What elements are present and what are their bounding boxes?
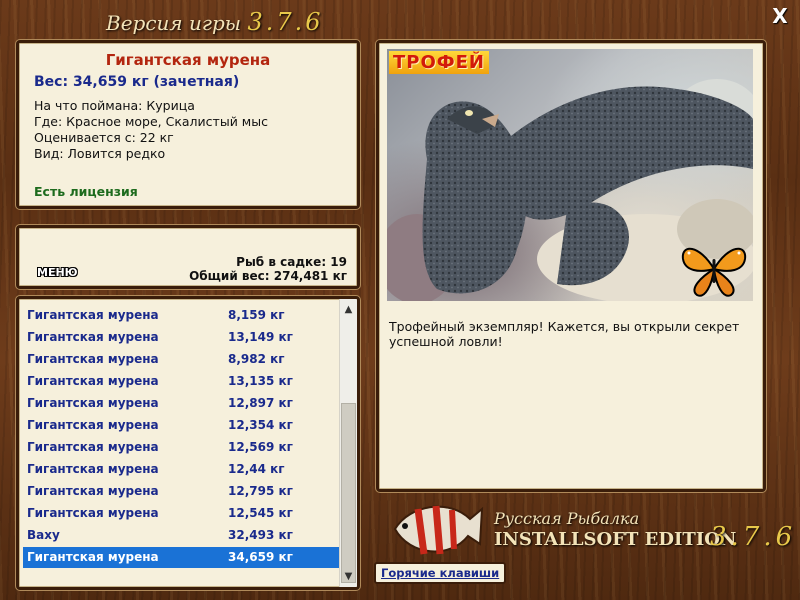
- fish-row-name: Гигантская мурена: [27, 308, 159, 322]
- fish-list-row[interactable]: Гигантская мурена 8,982 кг: [23, 349, 340, 370]
- fish-row-name: Ваху: [27, 528, 60, 542]
- bait-line: На что поймана: Курица: [34, 98, 195, 113]
- license-status: Есть лицензия: [34, 184, 138, 199]
- fish-row-weight: 12,569 кг: [228, 440, 293, 454]
- keepnet-stats-panel: МЕНЮ Рыб в садке: 19 Общий вес: 274,481 …: [16, 225, 360, 289]
- trophy-panel: ТРОФЕЙ Трофейный экземпляр! Кажется, вы …: [376, 40, 766, 492]
- fish-row-weight: 12,354 кг: [228, 418, 293, 432]
- window-title: Версия игры 3.7.6: [106, 8, 324, 36]
- brand-version: 3.7.6: [710, 522, 797, 552]
- min-weight-line: Оценивается с: 22 кг: [34, 130, 174, 145]
- fish-list-row[interactable]: Гигантская мурена 13,135 кг: [23, 371, 340, 392]
- fish-row-name: Гигантская мурена: [27, 396, 159, 410]
- fish-row-name: Гигантская мурена: [27, 506, 159, 520]
- brand-line2: INSTALLSOFT EDITION: [494, 529, 737, 550]
- location-line: Где: Красное море, Скалистый мыс: [34, 114, 268, 129]
- fish-list-row[interactable]: Гигантская мурена 12,897 кг: [23, 393, 340, 414]
- catch-info-panel: Гигантская мурена Вес: 34,659 кг (зачетн…: [16, 40, 360, 209]
- fish-list-row[interactable]: Гигантская мурена 12,795 кг: [23, 481, 340, 502]
- title-prefix: Версия игры: [106, 11, 242, 35]
- fish-list-row[interactable]: Гигантская мурена 34,659 кг: [23, 547, 340, 568]
- fish-list-row[interactable]: Гигантская мурена 12,545 кг: [23, 503, 340, 524]
- fish-row-name: Гигантская мурена: [27, 550, 159, 564]
- fish-list-row[interactable]: Ваху 32,493 кг: [23, 525, 340, 546]
- fish-name: Гигантская мурена: [105, 51, 271, 69]
- fish-row-name: Гигантская мурена: [27, 484, 159, 498]
- trophy-badge: ТРОФЕЙ: [389, 51, 489, 74]
- brand-line1: Русская Рыбалка: [494, 509, 640, 528]
- fish-photo: ТРОФЕЙ: [387, 49, 753, 301]
- fish-row-weight: 32,493 кг: [228, 528, 293, 542]
- fish-list-row[interactable]: Гигантская мурена 12,44 кг: [23, 459, 340, 480]
- fish-row-weight: 12,44 кг: [228, 462, 285, 476]
- fish-row-weight: 8,159 кг: [228, 308, 285, 322]
- list-scrollbar[interactable]: ▲ ▼: [339, 299, 357, 587]
- fish-row-weight: 12,545 кг: [228, 506, 293, 520]
- fish-list-panel: Гигантская мурена 8,159 кг Гигантская муре…: [16, 296, 360, 590]
- menu-button[interactable]: МЕНЮ: [37, 266, 78, 279]
- fish-count: Рыб в садке: 19: [236, 255, 347, 269]
- title-version: 3.7.6: [247, 8, 324, 36]
- fish-list-row[interactable]: Гигантская мурена 8,159 кг: [23, 305, 340, 326]
- butterfly-icon: [681, 247, 747, 297]
- fish-row-name: Гигантская мурена: [27, 440, 159, 454]
- total-weight: Общий вес: 274,481 кг: [189, 269, 347, 283]
- fish-row-weight: 8,982 кг: [228, 352, 285, 366]
- fish-logo-icon: [393, 505, 484, 555]
- rarity-line: Вид: Ловится редко: [34, 146, 166, 161]
- fish-row-weight: 13,135 кг: [228, 374, 293, 388]
- fish-list-row[interactable]: Гигантская мурена 13,149 кг: [23, 327, 340, 348]
- fish-row-name: Гигантская мурена: [27, 352, 159, 366]
- scroll-up-icon[interactable]: ▲: [340, 301, 357, 318]
- fish-row-name: Гигантская мурена: [27, 418, 159, 432]
- fish-row-name: Гигантская мурена: [27, 330, 159, 344]
- fish-list-row[interactable]: Гигантская мурена 12,569 кг: [23, 437, 340, 458]
- fish-row-name: Гигантская мурена: [27, 462, 159, 476]
- close-button[interactable]: X: [770, 6, 790, 26]
- hotkeys-button[interactable]: Горячие клавиши: [374, 562, 507, 584]
- fish-weight: Вес: 34,659 кг (зачетная): [34, 74, 240, 90]
- scroll-down-icon[interactable]: ▼: [340, 568, 357, 585]
- scrollbar-thumb[interactable]: [341, 403, 356, 583]
- fish-row-name: Гигантская мурена: [27, 374, 159, 388]
- fish-row-weight: 12,897 кг: [228, 396, 293, 410]
- fish-list-row[interactable]: Гигантская мурена 12,354 кг: [23, 415, 340, 436]
- fish-row-weight: 13,149 кг: [228, 330, 293, 344]
- trophy-description: Трофейный экземпляр! Кажется, вы открыли…: [389, 319, 740, 349]
- fish-row-weight: 12,795 кг: [228, 484, 293, 498]
- fish-row-weight: 34,659 кг: [228, 550, 293, 564]
